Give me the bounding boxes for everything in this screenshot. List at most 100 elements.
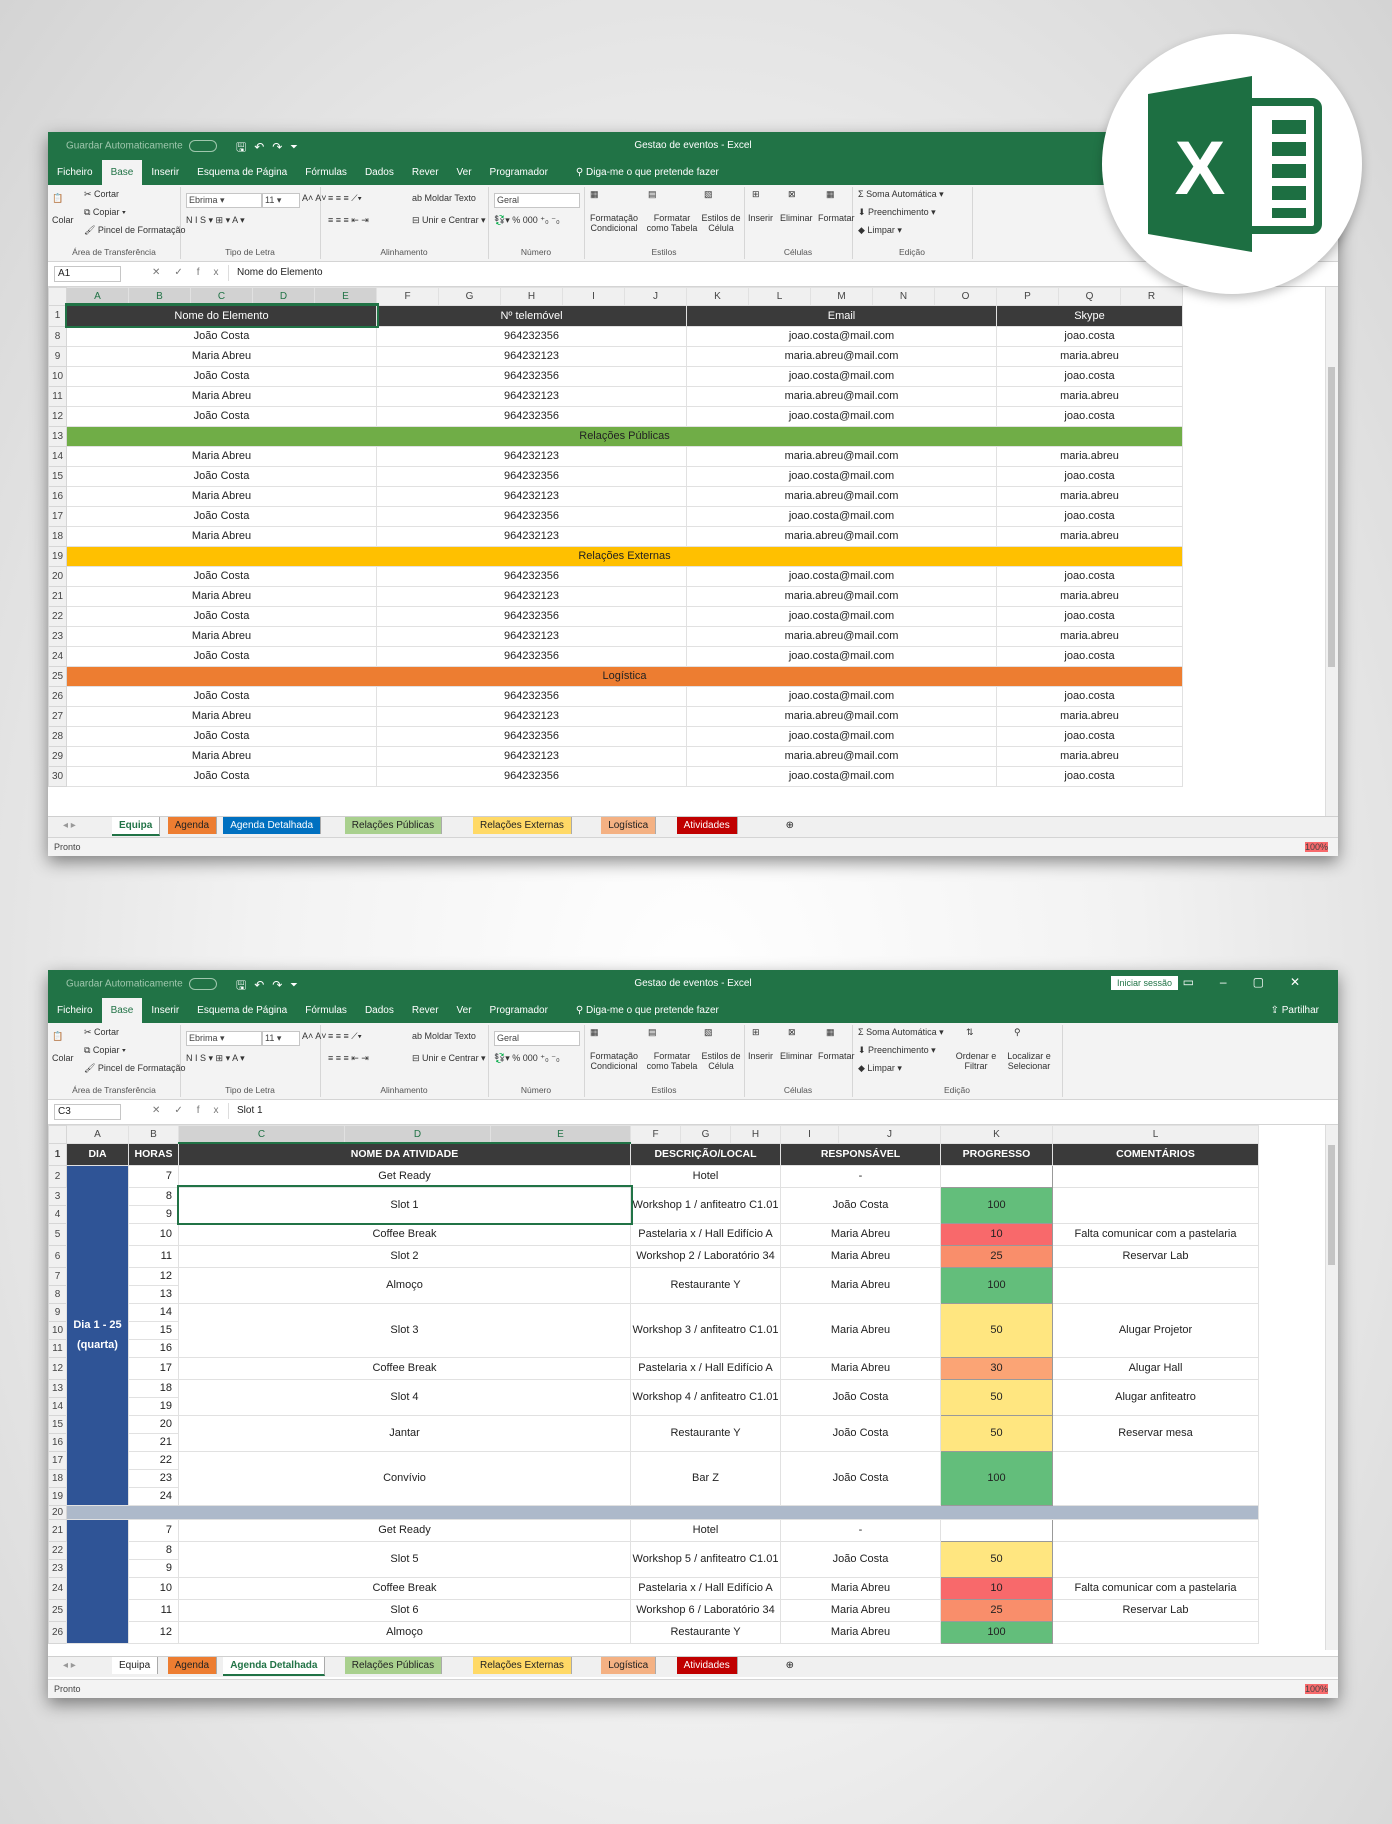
email-cell[interactable]: maria.abreu@mail.com — [686, 445, 997, 467]
font-size-icons[interactable]: A˄ A˅ — [302, 193, 327, 203]
name-cell[interactable]: Maria Abreu — [66, 585, 377, 607]
skype-cell[interactable]: joao.costa — [996, 685, 1183, 707]
conditional-format-button[interactable]: Formatação Condicional — [586, 213, 642, 233]
header-cell[interactable]: HORAS — [128, 1142, 179, 1166]
row-header[interactable]: 12 — [48, 1356, 67, 1380]
menu-rever[interactable]: Rever — [403, 160, 448, 185]
sheet-tab-log-stica[interactable]: Logística — [601, 1657, 657, 1674]
sheet-tab-agenda[interactable]: Agenda — [167, 817, 218, 834]
progress-cell[interactable]: 100 — [940, 1266, 1053, 1304]
name-cell[interactable]: João Costa — [66, 325, 377, 347]
vertical-scrollbar[interactable] — [1325, 287, 1338, 856]
email-cell[interactable]: maria.abreu@mail.com — [686, 625, 997, 647]
email-cell[interactable]: maria.abreu@mail.com — [686, 485, 997, 507]
email-cell[interactable]: joao.costa@mail.com — [686, 465, 997, 487]
hour-cell[interactable]: 14 — [128, 1302, 179, 1322]
email-cell[interactable]: joao.costa@mail.com — [686, 725, 997, 747]
cut-button[interactable]: ✂ Cortar — [84, 1027, 119, 1038]
name-cell[interactable]: João Costa — [66, 685, 377, 707]
row-header[interactable]: 10 — [48, 365, 67, 387]
hour-cell[interactable]: 16 — [128, 1338, 179, 1358]
row-header[interactable]: 29 — [48, 745, 67, 767]
name-cell[interactable]: Maria Abreu — [66, 485, 377, 507]
conditional-format-icon[interactable]: ▦ — [590, 189, 599, 200]
description-cell[interactable]: Bar Z — [630, 1450, 781, 1506]
number-format-select[interactable]: Geral — [494, 193, 580, 208]
activity-cell[interactable]: Slot 6 — [178, 1598, 631, 1622]
menu-inserir[interactable]: Inserir — [142, 998, 188, 1023]
description-cell[interactable]: Hotel — [630, 1518, 781, 1542]
hour-cell[interactable]: 17 — [128, 1356, 179, 1380]
hour-cell[interactable]: 12 — [128, 1266, 179, 1286]
description-cell[interactable]: Restaurante Y — [630, 1266, 781, 1304]
comment-cell[interactable] — [1052, 1518, 1259, 1542]
description-cell[interactable]: Workshop 6 / Laboratório 34 — [630, 1598, 781, 1622]
column-header[interactable]: M — [810, 287, 873, 306]
name-cell[interactable]: Maria Abreu — [66, 525, 377, 547]
format-table-icon[interactable]: ▤ — [648, 1027, 657, 1038]
column-header[interactable]: E — [314, 287, 377, 306]
phone-cell[interactable]: 964232123 — [376, 385, 687, 407]
activity-cell[interactable]: Slot 3 — [178, 1302, 631, 1358]
skype-cell[interactable]: maria.abreu — [996, 385, 1183, 407]
conditional-format-button[interactable]: Formatação Condicional — [586, 1051, 642, 1071]
sheet-tab-equipa[interactable]: Equipa — [112, 817, 161, 836]
column-header[interactable]: I — [562, 287, 625, 306]
paste-button[interactable]: Colar — [52, 215, 74, 225]
hour-cell[interactable]: 13 — [128, 1284, 179, 1304]
row-header[interactable]: 13 — [48, 1378, 67, 1398]
email-cell[interactable]: joao.costa@mail.com — [686, 365, 997, 387]
email-cell[interactable]: maria.abreu@mail.com — [686, 585, 997, 607]
row-header[interactable]: 14 — [48, 445, 67, 467]
name-cell[interactable]: João Costa — [66, 405, 377, 427]
autosum-button[interactable]: Σ Soma Automática ▾ — [858, 1027, 944, 1038]
skype-cell[interactable]: joao.costa — [996, 405, 1183, 427]
row-header[interactable]: 18 — [48, 525, 67, 547]
name-box[interactable]: C3 — [54, 1104, 121, 1120]
responsible-cell[interactable]: João Costa — [780, 1414, 941, 1452]
description-cell[interactable]: Workshop 5 / anfiteatro C1.01 — [630, 1540, 781, 1578]
header-cell[interactable]: PROGRESSO — [940, 1142, 1053, 1166]
comment-cell[interactable]: Alugar anfiteatro — [1052, 1378, 1259, 1416]
row-header[interactable]: 19 — [48, 545, 67, 567]
menu-ver[interactable]: Ver — [448, 160, 481, 185]
tell-me-search[interactable]: ⚲ Diga-me o que pretende fazer — [567, 998, 728, 1023]
progress-cell[interactable]: 50 — [940, 1378, 1053, 1416]
column-header[interactable]: C — [178, 1125, 345, 1144]
responsible-cell[interactable]: - — [780, 1164, 941, 1188]
name-cell[interactable]: João Costa — [66, 465, 377, 487]
find-select-button[interactable]: Localizar e Selecionar — [1000, 1051, 1058, 1071]
row-header[interactable]: 24 — [48, 1576, 67, 1600]
progress-cell[interactable]: 30 — [940, 1356, 1053, 1380]
zoom-level[interactable]: 100% — [1304, 1684, 1328, 1694]
autosum-button[interactable]: Σ Soma Automática ▾ — [858, 189, 944, 200]
section-row[interactable]: Relações Externas — [66, 545, 1183, 567]
description-cell[interactable]: Workshop 2 / Laboratório 34 — [630, 1244, 781, 1268]
progress-cell[interactable]: 10 — [940, 1576, 1053, 1600]
responsible-cell[interactable]: João Costa — [780, 1450, 941, 1506]
format-painter-button[interactable]: 🖌 Pincel de Formatação — [84, 225, 185, 236]
column-header[interactable]: K — [686, 287, 749, 306]
fx-icon[interactable]: ✕✓fx — [152, 267, 233, 278]
column-header[interactable]: G — [680, 1125, 731, 1144]
column-header[interactable]: N — [872, 287, 935, 306]
signin-button[interactable]: Iniciar sessão — [1110, 976, 1178, 990]
sheet-tab-agenda[interactable]: Agenda — [167, 1657, 218, 1674]
progress-cell[interactable]: 50 — [940, 1302, 1053, 1358]
row-header[interactable]: 30 — [48, 765, 67, 787]
menu-esquema-de-p-gina[interactable]: Esquema de Página — [188, 998, 296, 1023]
row-header[interactable]: 14 — [48, 1396, 67, 1416]
phone-cell[interactable]: 964232356 — [376, 685, 687, 707]
responsible-cell[interactable]: Maria Abreu — [780, 1620, 941, 1644]
row-header[interactable]: 8 — [48, 1284, 67, 1304]
row-header[interactable]: 21 — [48, 1518, 67, 1542]
email-cell[interactable]: joao.costa@mail.com — [686, 685, 997, 707]
format-table-button[interactable]: Formatar como Tabela — [644, 1051, 700, 1071]
align-top-icons[interactable]: ≡ ≡ ≡ ⟋▾ — [328, 193, 362, 204]
zoom-level[interactable]: 100% — [1304, 842, 1328, 852]
sheet-tab-atividades[interactable]: Atividades — [676, 817, 738, 834]
row-header[interactable]: 16 — [48, 485, 67, 507]
header-cell[interactable]: DESCRIÇÃO/LOCAL — [630, 1142, 781, 1166]
delete-cells-button[interactable]: Eliminar — [780, 213, 813, 223]
responsible-cell[interactable]: Maria Abreu — [780, 1244, 941, 1268]
